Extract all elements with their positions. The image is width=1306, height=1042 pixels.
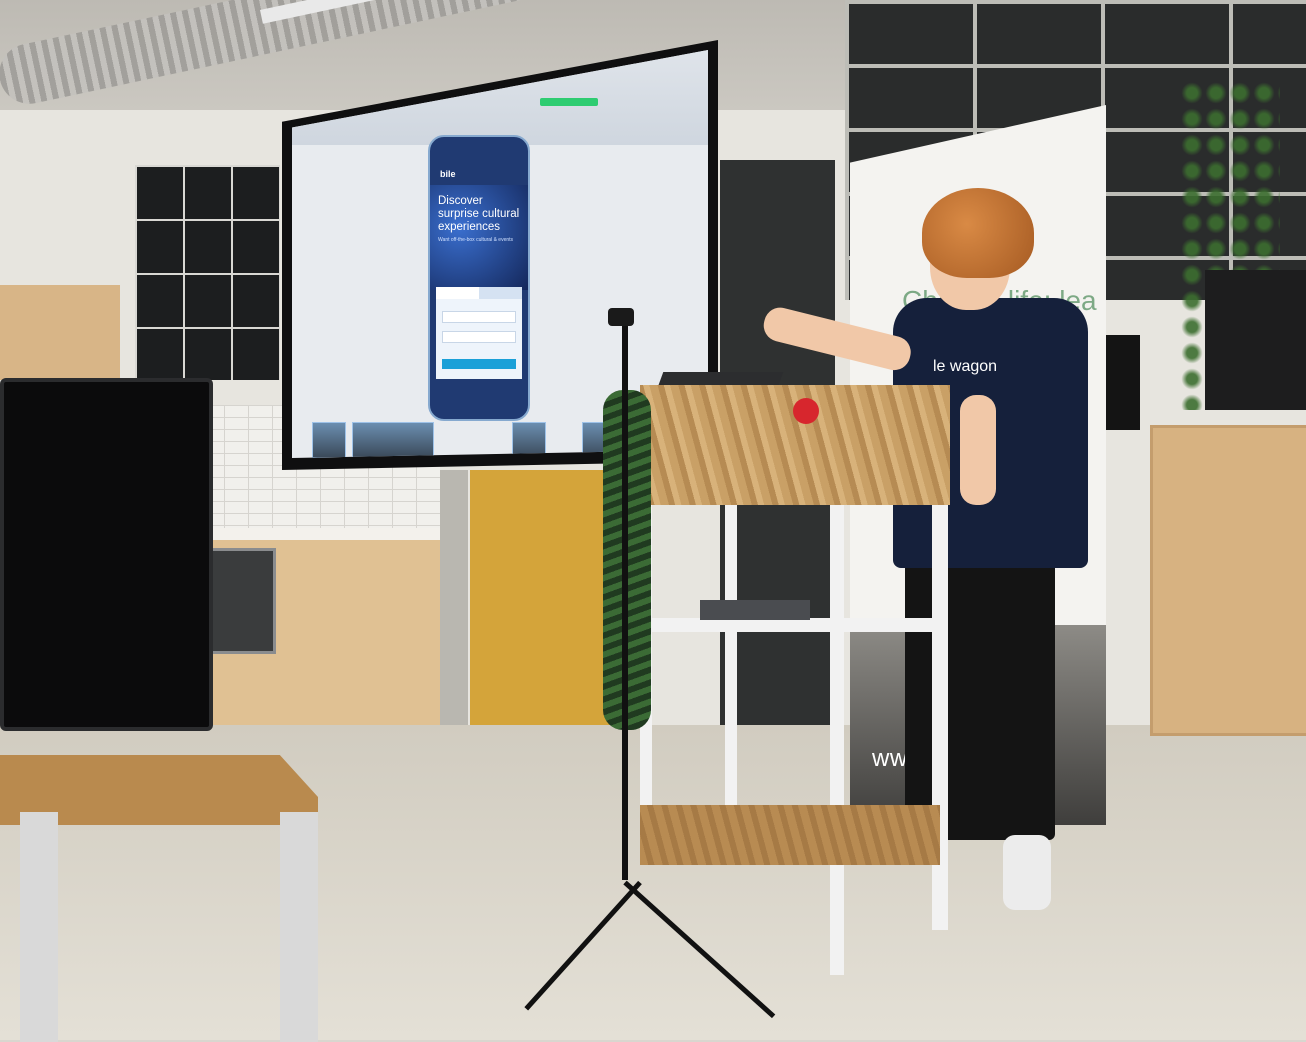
hero-headline: Discover surprise cultural experiences bbox=[438, 195, 520, 233]
presenter-arm bbox=[960, 395, 996, 505]
form-field-1 bbox=[442, 311, 516, 323]
yellow-doorway bbox=[470, 470, 610, 730]
webcam bbox=[608, 308, 634, 326]
lectern-frame-inner bbox=[725, 505, 737, 805]
form-tab-1 bbox=[436, 287, 479, 299]
form-field-2 bbox=[442, 331, 516, 343]
participant-thumbnail bbox=[312, 422, 346, 458]
audio-device bbox=[700, 600, 810, 620]
shirt-logo: le wagon bbox=[933, 358, 998, 375]
presenter-hair bbox=[922, 188, 1034, 278]
upper-kitchen-cabinet bbox=[0, 285, 120, 380]
recording-indicator bbox=[540, 98, 598, 106]
participant-thumbnail bbox=[352, 422, 434, 458]
tripod-pole bbox=[622, 320, 628, 880]
tv-monitor bbox=[0, 378, 213, 731]
participant-thumbnail bbox=[512, 422, 546, 458]
app-brand: bile bbox=[440, 169, 456, 179]
wall-screen bbox=[1205, 270, 1306, 410]
form-tab-2 bbox=[479, 287, 522, 299]
lectern-logo bbox=[793, 398, 819, 424]
table-leg bbox=[280, 812, 318, 1042]
wooden-cabinet bbox=[1150, 425, 1306, 736]
table-leg bbox=[20, 812, 58, 1042]
sneaker bbox=[1003, 835, 1051, 910]
form-submit-button bbox=[442, 359, 516, 369]
signup-form bbox=[436, 287, 522, 379]
lectern-bottom-shelf bbox=[640, 805, 940, 865]
oven bbox=[205, 548, 276, 654]
lectern-frame-right bbox=[932, 505, 948, 930]
counter-top bbox=[200, 528, 440, 540]
support-column bbox=[440, 470, 468, 725]
lectern-frame-front bbox=[830, 505, 844, 975]
hero-subtext: Want off-the-box cultural & events bbox=[438, 237, 514, 243]
phone-mockup: bile Discover surprise cultural experien… bbox=[428, 135, 530, 421]
presenter-legs bbox=[905, 560, 1055, 840]
industrial-window-left bbox=[135, 165, 280, 380]
lectern-shelf bbox=[636, 618, 936, 632]
